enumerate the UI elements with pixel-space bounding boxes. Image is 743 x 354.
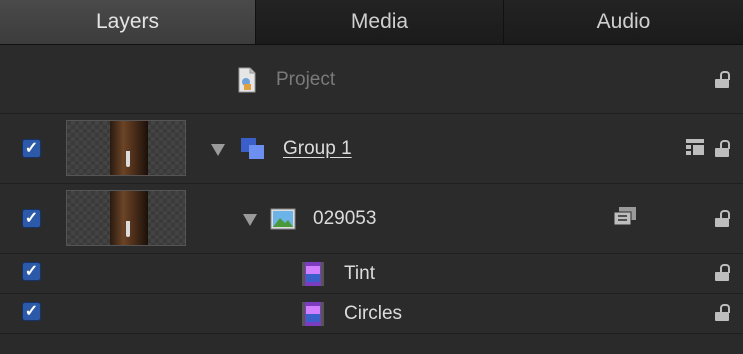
lock-icon[interactable] <box>715 71 730 89</box>
layer-row-group[interactable]: Group 1 <box>0 114 743 184</box>
layer-thumbnail <box>66 120 186 176</box>
disclosure-triangle-icon[interactable] <box>243 214 257 226</box>
layer-name-project: Project <box>276 69 336 90</box>
group-layer-options-icon[interactable] <box>686 139 704 155</box>
group-icon <box>241 138 264 159</box>
layer-name-tint[interactable]: Tint <box>344 263 375 285</box>
tab-layers[interactable]: Layers <box>0 0 256 44</box>
filter-icon <box>302 302 324 326</box>
layer-row-image[interactable]: 029053 <box>0 184 743 254</box>
layer-name-circles[interactable]: Circles <box>344 303 402 325</box>
lock-icon[interactable] <box>715 304 730 322</box>
layer-row-project[interactable]: Project <box>0 45 743 114</box>
tab-media[interactable]: Media <box>256 0 504 44</box>
layer-enable-checkbox[interactable] <box>22 209 41 228</box>
layer-name-image[interactable]: 029053 <box>313 208 376 230</box>
project-file-icon <box>238 67 256 93</box>
filter-stack-icon[interactable] <box>614 207 636 225</box>
layer-enable-checkbox[interactable] <box>22 262 41 281</box>
tab-bar: Layers Media Audio <box>0 0 743 45</box>
image-layer-icon <box>270 208 296 230</box>
lock-icon[interactable] <box>715 264 730 282</box>
layer-enable-checkbox[interactable] <box>22 139 41 158</box>
layer-thumbnail <box>66 190 186 246</box>
lock-icon[interactable] <box>715 140 730 158</box>
lock-icon[interactable] <box>715 210 730 228</box>
layer-enable-checkbox[interactable] <box>22 302 41 321</box>
disclosure-triangle-icon[interactable] <box>211 144 225 156</box>
layer-row-circles[interactable]: Circles <box>0 294 743 334</box>
layer-row-tint[interactable]: Tint <box>0 254 743 294</box>
filter-icon <box>302 262 324 286</box>
layer-name-group[interactable]: Group 1 <box>283 138 352 160</box>
tab-audio[interactable]: Audio <box>504 0 743 44</box>
